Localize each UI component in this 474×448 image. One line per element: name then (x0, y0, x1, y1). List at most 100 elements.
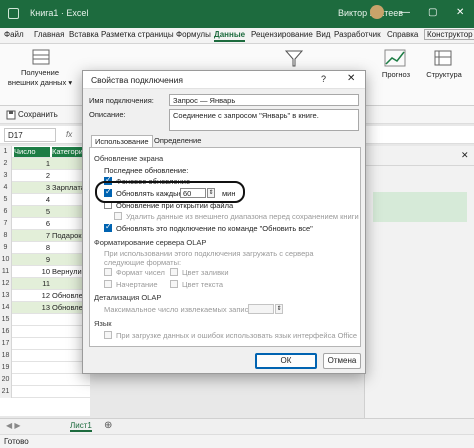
close-window-button[interactable]: ✕ (456, 7, 464, 18)
tab-help[interactable]: Справка (387, 30, 418, 39)
close-dialog-icon[interactable]: ✕ (347, 73, 355, 84)
language-section-title: Язык (94, 319, 112, 328)
row-number[interactable]: 15 (0, 314, 12, 326)
connection-name-input[interactable]: Запрос — Январь (169, 94, 359, 106)
tab-data[interactable]: Данные (214, 30, 246, 42)
cell-number[interactable]: 3 (14, 183, 50, 193)
tab-formulas[interactable]: Формулы (176, 30, 211, 39)
row-number[interactable]: 2 (0, 158, 12, 170)
row-number[interactable]: 4 (0, 182, 12, 194)
minimize-button[interactable]: — (400, 7, 410, 18)
row-number[interactable]: 7 (0, 218, 12, 230)
tab-definition[interactable]: Определение (151, 135, 204, 146)
add-sheet-icon[interactable]: ⊕ (104, 420, 112, 431)
row-number[interactable]: 1 (0, 146, 12, 158)
close-pane-icon[interactable]: ✕ (461, 150, 469, 161)
tab-review[interactable]: Рецензирование (251, 30, 313, 39)
tab-page-layout[interactable]: Разметка страницы (101, 30, 174, 39)
row-number[interactable]: 13 (0, 290, 12, 302)
autosave-icon[interactable] (8, 8, 19, 19)
row-number[interactable]: 16 (0, 326, 12, 338)
tab-usage[interactable]: Использование (91, 135, 153, 147)
usage-panel: Обновление экрана Последнее обновление: … (89, 147, 361, 347)
sheet-tab[interactable]: Лист1 (70, 421, 92, 432)
ok-button[interactable]: ОК (255, 353, 317, 369)
tab-home[interactable]: Главная (34, 30, 64, 39)
text-color-checkbox[interactable] (170, 280, 178, 288)
cell-number[interactable]: 5 (14, 207, 50, 217)
tab-developer[interactable]: Разработчик (334, 30, 381, 39)
cell-number[interactable]: 1 (14, 159, 50, 169)
row-number[interactable]: 11 (0, 266, 12, 278)
number-format-checkbox[interactable] (104, 268, 112, 276)
sheet-tabs: ◀ ▶ Лист1 ⊕ (0, 418, 474, 434)
olap-format-section-title: Форматирование сервера OLAP (94, 238, 207, 247)
row-number[interactable]: 21 (0, 386, 12, 398)
row-number[interactable]: 19 (0, 362, 12, 374)
row-number[interactable]: 9 (0, 242, 12, 254)
query-item[interactable] (373, 192, 467, 222)
filter-icon[interactable] (284, 48, 304, 68)
row-number[interactable]: 6 (0, 206, 12, 218)
fx-icon[interactable]: fx (66, 130, 72, 139)
row-number[interactable]: 8 (0, 230, 12, 242)
outline-button[interactable]: Структура (420, 70, 468, 80)
cell-number[interactable]: 11 (14, 279, 50, 289)
table-row: 17 (0, 338, 90, 350)
tab-file[interactable]: Файл (4, 30, 24, 39)
remove-data-label: Удалить данные из внешнего диапазона пер… (126, 212, 359, 221)
cell-number[interactable]: 13 (14, 303, 50, 313)
tab-view[interactable]: Вид (316, 30, 330, 39)
row-number[interactable]: 10 (0, 254, 12, 266)
row-number[interactable]: 12 (0, 278, 12, 290)
help-icon[interactable]: ? (321, 74, 326, 84)
get-external-data-button[interactable]: Получение внешних данных ▾ (4, 68, 76, 88)
row-number[interactable]: 3 (0, 170, 12, 182)
language-checkbox[interactable] (104, 331, 112, 339)
avatar[interactable] (370, 5, 384, 19)
cell-number[interactable]: 6 (14, 219, 50, 229)
cancel-button[interactable]: Отмена (323, 353, 361, 369)
cell-number[interactable] (14, 315, 50, 325)
cell-number[interactable]: 7 (14, 231, 50, 241)
row-number[interactable]: 20 (0, 374, 12, 386)
scroll-sheets-icon[interactable]: ◀ ▶ (6, 421, 21, 430)
maximize-button[interactable]: ▢ (428, 7, 437, 18)
row-number[interactable]: 5 (0, 194, 12, 206)
cell-number[interactable]: 8 (14, 243, 50, 253)
font-style-checkbox[interactable] (104, 280, 112, 288)
cell-number[interactable]: 12 (14, 291, 50, 301)
fill-color-checkbox[interactable] (170, 268, 178, 276)
forecast-icon (384, 49, 406, 67)
description-input[interactable]: Соединение с запросом "Январь" в книге. (169, 109, 359, 131)
max-records-input[interactable] (248, 304, 274, 314)
tab-insert[interactable]: Вставка (69, 30, 99, 39)
window-title: Книга1 · Excel (30, 8, 89, 18)
row-number[interactable]: 14 (0, 302, 12, 314)
table-row: 21 (0, 158, 90, 170)
name-box[interactable]: D17 (4, 128, 56, 142)
cell-number[interactable]: 9 (14, 255, 50, 265)
table-row: 20 (0, 374, 90, 386)
language-label: При загрузке данных и ошибок использоват… (116, 331, 358, 340)
remove-data-checkbox[interactable] (114, 212, 122, 220)
cell-number[interactable]: 4 (14, 195, 50, 205)
table-row: 19 (0, 362, 90, 374)
row-number[interactable]: 17 (0, 338, 12, 350)
status-text: Готово (4, 437, 29, 446)
refresh-all-checkbox[interactable] (104, 222, 112, 232)
table-row: 98 (0, 242, 90, 254)
max-records-stepper[interactable]: ⇕ (275, 304, 283, 314)
save-button[interactable]: Сохранить (18, 110, 58, 119)
table-row: 14 13 Обновлен (0, 302, 90, 314)
header-cell-number[interactable]: Число (14, 147, 50, 157)
outline-icon (434, 50, 452, 66)
row-number[interactable]: 18 (0, 350, 12, 362)
cell-number[interactable]: 2 (14, 171, 50, 181)
table-header-row: 1 Число Категория (0, 146, 90, 158)
number-format-label: Формат чисел (116, 268, 165, 277)
cell-number[interactable]: 10 (14, 267, 50, 277)
forecast-button[interactable]: Прогноз (376, 70, 416, 80)
highlight-annotation (95, 181, 245, 203)
tab-design[interactable]: Конструктор (424, 29, 474, 40)
